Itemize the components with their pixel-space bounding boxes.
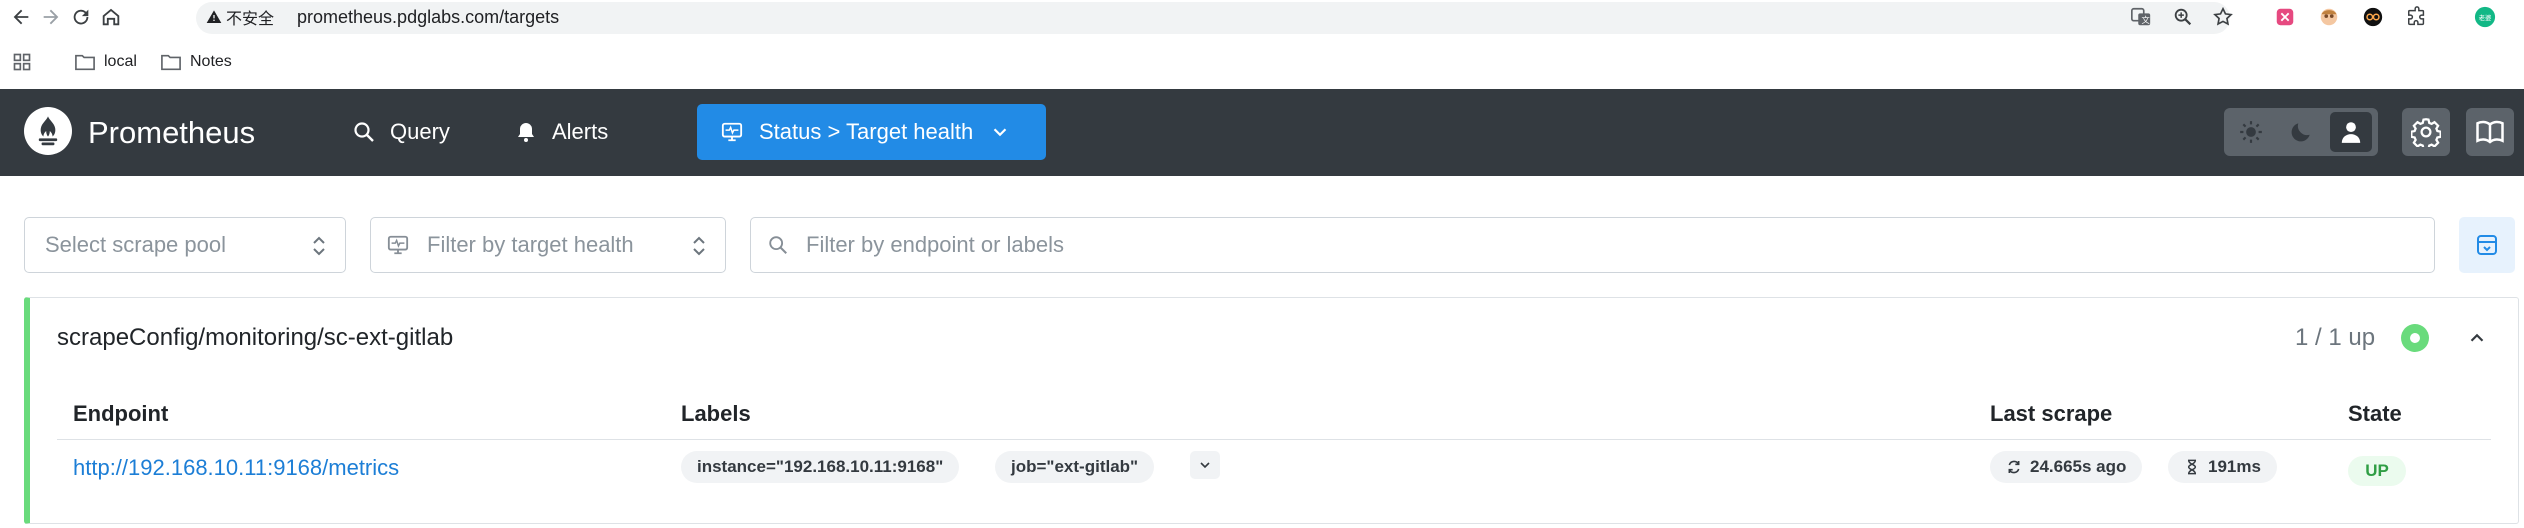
dark-theme-button[interactable] xyxy=(2280,112,2322,152)
last-scrape-text: 24.665s ago xyxy=(2030,457,2127,476)
state-badge: UP xyxy=(2348,456,2406,486)
label-badge-job: job="ext-gitlab" xyxy=(995,451,1155,483)
url-text[interactable]: prometheus.pdglabs.com/targets xyxy=(297,6,559,28)
endpoint-link[interactable]: http://192.168.10.11:9168/metrics xyxy=(73,454,399,482)
prometheus-logo-icon[interactable] xyxy=(24,107,72,155)
extension-avatar-icon[interactable] xyxy=(2316,4,2342,30)
forward-arrow-icon[interactable] xyxy=(38,4,64,30)
zoom-icon[interactable] xyxy=(2170,4,2196,30)
extension-pink-icon[interactable] xyxy=(2272,4,2298,30)
pool-health-dot xyxy=(2401,324,2429,352)
scrape-duration-badge: 191ms xyxy=(2168,451,2277,483)
endpoint-search-placeholder: Filter by endpoint or labels xyxy=(806,232,1065,257)
reload-icon[interactable] xyxy=(68,4,94,30)
layout-collapse-icon xyxy=(2477,235,2497,255)
scrape-pool-select[interactable]: Select scrape pool xyxy=(24,217,346,273)
label-text: instance="192.168.10.11:9168" xyxy=(697,457,944,476)
profile-avatar-icon[interactable]: 老婆 xyxy=(2472,4,2498,30)
folder-icon xyxy=(75,54,95,71)
sun-icon xyxy=(2240,121,2262,143)
label-badge-instance: instance="192.168.10.11:9168" xyxy=(681,451,960,483)
monitor-heart-icon xyxy=(387,235,409,255)
page: 不安全 prometheus.pdglabs.com/targets 文 老婆 xyxy=(0,0,2524,528)
folder-icon xyxy=(161,54,181,71)
warning-icon xyxy=(206,10,222,23)
column-labels: Labels xyxy=(681,401,751,426)
user-icon xyxy=(2341,122,2361,143)
hourglass-icon xyxy=(2187,459,2197,475)
chevron-down-icon xyxy=(1200,462,1210,469)
bookmarks-bar: local Notes xyxy=(0,48,2524,80)
theme-toggle-group xyxy=(2224,108,2378,156)
bookmark-star-icon[interactable] xyxy=(2210,4,2236,30)
bookmark-label: local xyxy=(104,53,137,70)
system-theme-button[interactable] xyxy=(2330,112,2372,152)
extension-glasses-icon[interactable] xyxy=(2360,4,2386,30)
bookmark-label: Notes xyxy=(190,53,232,70)
scrape-duration-text: 191ms xyxy=(2208,457,2261,476)
moon-icon xyxy=(2291,123,2310,142)
svg-text:文: 文 xyxy=(2141,15,2149,25)
column-state: State xyxy=(2348,401,2402,426)
nav-alerts[interactable]: Alerts xyxy=(504,104,618,160)
chevron-up-down-icon xyxy=(693,236,705,256)
book-icon xyxy=(2476,120,2504,144)
security-label: 不安全 xyxy=(226,11,275,28)
extensions-puzzle-icon[interactable] xyxy=(2404,4,2430,30)
label-text: job="ext-gitlab" xyxy=(1011,457,1139,476)
back-arrow-icon[interactable] xyxy=(8,4,34,30)
column-last-scrape: Last scrape xyxy=(1990,401,2113,426)
last-scrape-badge: 24.665s ago xyxy=(1990,451,2143,483)
docs-button[interactable] xyxy=(2466,108,2514,156)
nav-query-label: Query xyxy=(390,119,450,144)
bell-icon xyxy=(518,123,534,142)
column-endpoint: Endpoint xyxy=(73,401,169,426)
gear-icon xyxy=(2411,118,2441,147)
chevron-up-down-icon xyxy=(313,236,325,256)
brand-title[interactable]: Prometheus xyxy=(88,113,255,153)
search-icon xyxy=(354,122,374,142)
profile-initials: 老婆 xyxy=(2479,13,2492,22)
nav-status-dropdown[interactable]: Status > Target health xyxy=(697,104,1046,160)
settings-button[interactable] xyxy=(2402,108,2450,156)
nav-alerts-label: Alerts xyxy=(552,119,609,144)
nav-status-label: Status > Target health xyxy=(759,119,974,144)
nav-query[interactable]: Query xyxy=(342,104,460,160)
home-icon[interactable] xyxy=(98,4,124,30)
table-header-divider xyxy=(57,439,2491,440)
collapse-all-button[interactable] xyxy=(2459,217,2515,273)
pool-title[interactable]: scrapeConfig/monitoring/sc-ext-gitlab xyxy=(57,322,453,354)
apps-grid-icon[interactable] xyxy=(12,52,32,72)
light-theme-button[interactable] xyxy=(2230,112,2272,152)
scrape-pool-placeholder: Select scrape pool xyxy=(45,232,226,257)
browser-toolbar: 不安全 prometheus.pdglabs.com/targets 文 老婆 xyxy=(0,0,2524,34)
target-health-select[interactable]: Filter by target health xyxy=(370,217,726,273)
endpoint-search-input[interactable]: Filter by endpoint or labels xyxy=(750,217,2435,273)
translate-icon[interactable]: 文 xyxy=(2128,4,2154,30)
chevron-up-icon[interactable] xyxy=(2463,324,2491,352)
chevron-down-icon xyxy=(993,128,1007,137)
expand-labels-button[interactable] xyxy=(1190,451,1220,479)
target-health-placeholder: Filter by target health xyxy=(427,232,634,257)
refresh-icon xyxy=(2008,460,2020,474)
security-indicator[interactable]: 不安全 xyxy=(206,6,274,28)
bookmark-notes[interactable]: Notes xyxy=(160,52,232,72)
search-icon xyxy=(769,236,787,254)
pool-up-count: 1 / 1 up xyxy=(2295,324,2376,351)
monitor-heart-icon xyxy=(721,122,743,142)
bookmark-local[interactable]: local xyxy=(74,52,137,72)
